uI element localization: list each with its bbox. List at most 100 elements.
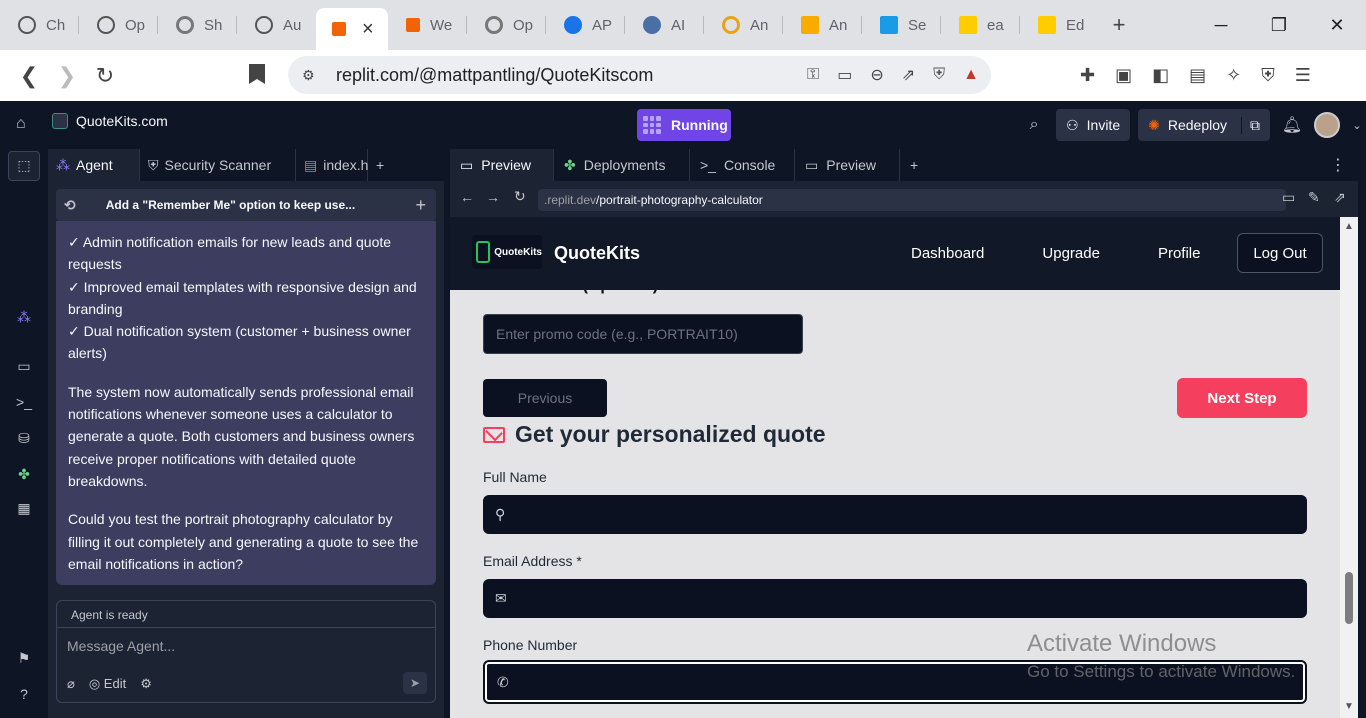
run-button[interactable]: Running [637, 109, 731, 141]
brave-shield-icon[interactable]: ⛨ [933, 66, 945, 84]
close-window-icon[interactable]: ✕ [1308, 0, 1366, 50]
back-icon[interactable]: ❮ [10, 63, 48, 89]
promo-input[interactable]: Enter promo code (e.g., PORTRAIT10) [483, 314, 803, 354]
database-icon[interactable]: ⛁ [14, 430, 34, 447]
redeploy-button[interactable]: ✺ Redeploy ⧉ [1138, 109, 1270, 141]
invite-button[interactable]: ⚇ Invite [1056, 109, 1131, 141]
tab-deployments[interactable]: ✤ Deployments [554, 149, 690, 181]
browser-tab-active[interactable]: × [316, 8, 388, 50]
leo-icon[interactable]: ✧ [1226, 65, 1241, 86]
chevron-down-icon[interactable]: ⌄ [1348, 109, 1366, 141]
browser-tab[interactable]: Op [79, 0, 158, 50]
send-button[interactable]: ➤ [403, 672, 427, 694]
open-new-window-icon[interactable]: ⇗ [1334, 189, 1346, 206]
webview-tabs: ▭ Preview ✤ Deployments >_ Console ▭ Preview… [450, 149, 1358, 181]
browser-tab[interactable]: We [388, 0, 467, 50]
reload-icon[interactable]: ↻ [86, 63, 124, 89]
rewards-icon[interactable]: ▲ [963, 66, 979, 84]
tab-preview[interactable]: ▭ Preview [450, 149, 554, 181]
browser-tab[interactable]: An [783, 0, 862, 50]
browser-tab[interactable]: An [704, 0, 783, 50]
close-tab-icon[interactable]: × [362, 18, 374, 41]
tab-index-html[interactable]: ▤ index.h [296, 149, 368, 181]
share-icon[interactable]: ⇗ [902, 65, 915, 85]
edit-button[interactable]: ◎ Edit [89, 676, 126, 692]
webview-icon[interactable]: ▭ [14, 358, 34, 375]
reload-icon[interactable]: ↻ [514, 188, 526, 205]
browser-tab[interactable]: Sh [158, 0, 237, 50]
reader-icon[interactable]: ▣ [1115, 65, 1132, 86]
help-alerts-icon[interactable]: ⚑ [14, 650, 34, 667]
devtools-icon[interactable]: ✎ [1308, 189, 1320, 206]
attach-icon[interactable]: ⌀ [67, 676, 75, 692]
forward-icon[interactable]: ❯ [48, 63, 86, 89]
browser-tab[interactable]: Ed [1020, 0, 1099, 50]
next-step-button[interactable]: Next Step [1177, 378, 1307, 418]
bell-icon[interactable]: 🔔︎ [1278, 109, 1306, 141]
browser-tab[interactable]: Op [467, 0, 546, 50]
devices-icon[interactable]: ▭ [1282, 189, 1295, 206]
cast-icon[interactable]: ▭ [837, 65, 852, 85]
menu-icon[interactable]: ☰ [1295, 65, 1311, 86]
search-icon[interactable]: ⌕ [1020, 109, 1048, 141]
project-selector[interactable]: QuoteKits.com [52, 113, 168, 129]
app-logo[interactable]: QuoteKits [472, 235, 542, 269]
replit-header: ⌂ QuoteKits.com Running ⌕ ⚇ Invite ✺ Redep… [0, 101, 1366, 149]
help-icon[interactable]: ? [14, 686, 34, 702]
browser-tab[interactable]: ea [941, 0, 1020, 50]
chat-title[interactable]: Add a "Remember Me" option to keep use..… [106, 198, 355, 212]
nav-upgrade[interactable]: Upgrade [1042, 245, 1100, 262]
tab-preview-2[interactable]: ▭ Preview [795, 149, 900, 181]
sidebar-icon[interactable]: ◧ [1152, 65, 1169, 86]
site-info-icon[interactable]: ⚙ [302, 67, 315, 84]
phone-label: Phone Number [483, 637, 578, 653]
back-icon[interactable]: ← [460, 189, 474, 205]
browser-tab[interactable]: Ch [0, 0, 79, 50]
webview-url-input[interactable]: .replit.dev/portrait-photography-calcula… [538, 189, 1286, 211]
all-tools-icon[interactable]: ▦ [14, 500, 34, 517]
settings-sliders-icon[interactable]: ⚙ [140, 676, 152, 692]
browser-tab[interactable]: Se [862, 0, 941, 50]
vpn-icon[interactable]: ⛨ [1261, 65, 1275, 86]
scrollbar-thumb[interactable] [1345, 572, 1353, 624]
scroll-up-icon[interactable]: ▲ [1344, 221, 1354, 232]
restore-icon[interactable]: ❐ [1250, 0, 1308, 50]
new-tab-button[interactable]: + [1099, 12, 1139, 38]
scrollbar[interactable]: ▲ ▼ [1340, 217, 1358, 718]
console-icon[interactable]: >_ [14, 394, 34, 410]
deployments-icon[interactable]: ✤ [14, 466, 34, 483]
agent-icon[interactable]: ⁂ [14, 309, 34, 326]
zoom-icon[interactable]: ⊖ [870, 65, 883, 85]
history-icon[interactable]: ⟲ [64, 197, 76, 214]
email-field[interactable]: ✉ [483, 579, 1307, 618]
more-options-icon[interactable]: ⋮ [1330, 155, 1346, 175]
tab-security-scanner[interactable]: ⛨ Security Scanner [140, 149, 296, 181]
tab-console[interactable]: >_ Console [690, 149, 795, 181]
replit-icon [406, 18, 420, 32]
minimize-icon[interactable]: ─ [1192, 0, 1250, 50]
full-name-field[interactable]: ⚲ [483, 495, 1307, 534]
full-name-label: Full Name [483, 469, 547, 485]
files-icon[interactable]: ⬚ [14, 157, 34, 174]
logout-button[interactable]: Log Out [1237, 233, 1323, 273]
browser-tab[interactable]: AI [625, 0, 704, 50]
browser-tab[interactable]: AP [546, 0, 625, 50]
home-icon[interactable]: ⌂ [16, 115, 26, 133]
bookmark-icon[interactable] [249, 64, 265, 84]
tab-agent[interactable]: ⁂ Agent [48, 149, 140, 181]
new-tab-button[interactable]: + [368, 149, 392, 181]
forward-icon[interactable]: → [486, 189, 500, 205]
scroll-down-icon[interactable]: ▼ [1344, 701, 1354, 712]
wallet-icon[interactable]: ▤ [1189, 65, 1206, 86]
address-bar[interactable]: ⚙ replit.com/@mattpantling/QuoteKitscom … [288, 56, 991, 94]
key-icon[interactable]: ⚿ [807, 66, 819, 84]
new-tab-button[interactable]: + [900, 149, 928, 181]
browser-tab[interactable]: Au [237, 0, 316, 50]
previous-button[interactable]: Previous [483, 379, 607, 417]
nav-profile[interactable]: Profile [1158, 245, 1201, 262]
message-input[interactable]: Message Agent... [57, 628, 435, 664]
new-chat-icon[interactable]: + [415, 195, 426, 216]
avatar[interactable] [1314, 112, 1340, 138]
extensions-icon[interactable]: ✚ [1080, 65, 1095, 86]
nav-dashboard[interactable]: Dashboard [911, 245, 984, 262]
